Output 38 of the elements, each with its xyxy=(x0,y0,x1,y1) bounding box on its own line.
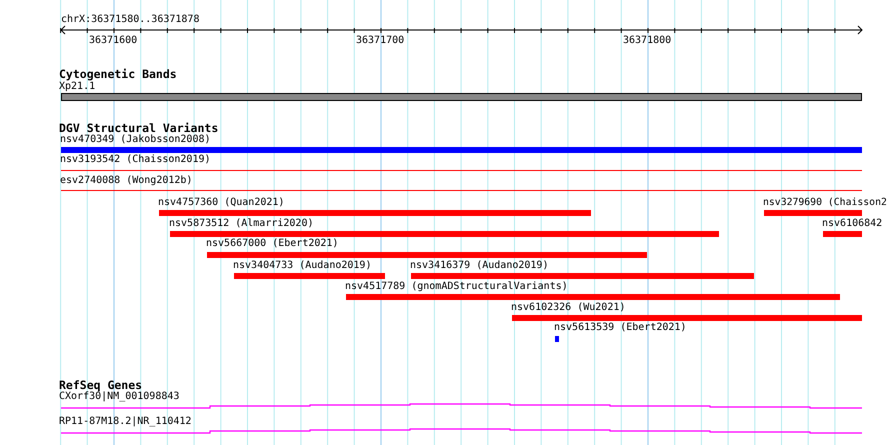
variant-label: nsv3404733 (Audano2019) xyxy=(233,260,372,272)
variant-bar[interactable] xyxy=(346,294,840,300)
track-title: RefSeq Genes xyxy=(59,378,142,392)
variant-bar[interactable] xyxy=(61,147,862,153)
variant-label: esv2740088 (Wong2012b) xyxy=(60,175,192,187)
variant-label: nsv5613539 (Ebert2021) xyxy=(554,322,686,334)
variant-label: nsv4517789 (gnomADStructuralVariants) xyxy=(345,281,568,293)
position-range: chrX:36371580..36371878 xyxy=(61,14,200,26)
variant-label: nsv470349 (Jakobsson2008) xyxy=(60,134,211,146)
variant-bar[interactable] xyxy=(411,273,754,279)
gene-line[interactable] xyxy=(61,428,863,434)
gene-label: RP11-87M18.2|NR_110412 xyxy=(59,416,192,428)
gene-line[interactable] xyxy=(61,403,863,409)
variant-bar[interactable] xyxy=(234,273,385,279)
variant-bar[interactable] xyxy=(512,315,862,321)
variant-label: nsv5873512 (Almarri2020) xyxy=(169,218,314,230)
variant-label: nsv3416379 (Audano2019) xyxy=(410,260,548,272)
variant-bar[interactable] xyxy=(170,231,719,237)
variant-bar[interactable] xyxy=(207,252,647,258)
band-label: Xp21.1 xyxy=(59,81,96,93)
variant-label: nsv6102326 (Wu2021) xyxy=(511,302,626,314)
variant-bar[interactable] xyxy=(159,210,591,216)
variant-line[interactable] xyxy=(61,190,862,191)
variant-bar[interactable] xyxy=(555,336,559,342)
variant-label: nsv5667000 (Ebert2021) xyxy=(206,238,338,250)
tick-label: 36371800 xyxy=(623,35,672,47)
variant-bar[interactable] xyxy=(764,210,862,216)
tick-label: 36371700 xyxy=(356,35,404,47)
track-title: DGV Structural Variants xyxy=(59,121,218,135)
variant-bar[interactable] xyxy=(823,231,862,237)
tick-label: 36371600 xyxy=(89,35,138,47)
variant-label: nsv3193542 (Chaisson2019) xyxy=(60,154,211,166)
variant-label: nsv3279690 (Chaisson2 xyxy=(763,197,887,209)
track-title: Cytogenetic Bands xyxy=(59,67,177,82)
variant-line[interactable] xyxy=(61,170,862,171)
variant-label: nsv6106842 xyxy=(822,218,882,230)
variant-label: nsv4757360 (Quan2021) xyxy=(158,197,284,209)
gene-label: CXorf30|NM_001098843 xyxy=(59,391,180,403)
